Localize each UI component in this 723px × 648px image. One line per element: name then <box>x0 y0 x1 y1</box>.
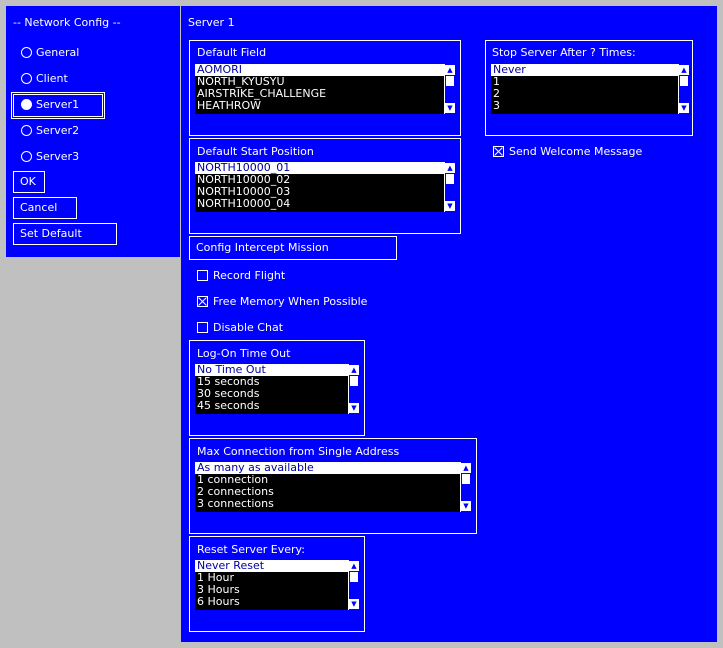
list-item[interactable]: 2 <box>491 88 678 100</box>
scroll-thumb[interactable] <box>446 76 454 86</box>
list-item[interactable]: 3 <box>491 100 678 112</box>
list-item[interactable]: HEATHROW <box>195 100 444 112</box>
free-memory-label: Free Memory When Possible <box>213 294 368 308</box>
scroll-thumb[interactable] <box>680 76 688 86</box>
sidebar-item-client[interactable]: Client <box>21 70 68 86</box>
up-arrow-icon[interactable]: ▲ <box>349 365 359 375</box>
max-connection-title: Max Connection from Single Address <box>197 445 400 458</box>
list-rows: No Time Out 15 seconds 30 seconds 45 second… <box>195 364 348 412</box>
sidebar-item-general[interactable]: General <box>21 44 79 60</box>
ok-button[interactable]: OK <box>13 171 45 193</box>
list-scrollbar[interactable]: ▲ ▼ <box>444 64 455 114</box>
set-default-button[interactable]: Set Default <box>13 223 117 245</box>
config-intercept-mission-button[interactable]: Config Intercept Mission <box>189 236 397 260</box>
default-field-title: Default Field <box>197 46 267 59</box>
list-rows: AOMORI NORTH_KYUSYU AIRSTRIKE_CHALLENGE HEA… <box>195 64 444 112</box>
checkbox-icon <box>197 321 208 333</box>
logon-timeout-list[interactable]: No Time Out 15 seconds 30 seconds 45 second… <box>195 364 359 414</box>
logon-timeout-title: Log-On Time Out <box>197 347 291 360</box>
up-arrow-icon[interactable]: ▲ <box>679 65 689 75</box>
up-arrow-icon[interactable]: ▲ <box>445 163 455 173</box>
cancel-button[interactable]: Cancel <box>13 197 77 219</box>
list-scrollbar[interactable]: ▲ ▼ <box>444 162 455 212</box>
default-start-title: Default Start Position <box>197 145 314 158</box>
logon-timeout-group: Log-On Time Out No Time Out 15 seconds 30 … <box>189 340 365 436</box>
default-field-list[interactable]: AOMORI NORTH_KYUSYU AIRSTRIKE_CHALLENGE HEA… <box>195 64 455 114</box>
radio-selected-icon <box>21 98 32 110</box>
list-scrollbar[interactable]: ▲ ▼ <box>348 560 359 610</box>
sidebar-panel: -- Network Config -- General Client Serv… <box>6 6 180 257</box>
list-rows: NORTH10000_01 NORTH10000_02 NORTH10000_03 N… <box>195 162 444 210</box>
checkbox-icon <box>197 269 208 281</box>
sidebar-title: -- Network Config -- <box>13 16 121 29</box>
page-title: Server 1 <box>188 16 235 29</box>
sidebar-item-label: Server1 <box>36 97 80 111</box>
disable-chat-label: Disable Chat <box>213 320 284 334</box>
reset-server-title: Reset Server Every: <box>197 543 305 556</box>
sidebar-item-label: Server3 <box>36 149 80 163</box>
free-memory-checkbox[interactable]: Free Memory When Possible <box>197 294 367 308</box>
sidebar-item-server2[interactable]: Server2 <box>21 122 79 138</box>
list-item[interactable]: 45 seconds <box>195 400 348 412</box>
sidebar-item-label: Client <box>36 71 68 85</box>
scroll-thumb[interactable] <box>350 572 358 582</box>
sidebar-item-server3[interactable]: Server3 <box>21 148 79 164</box>
sidebar-item-server1[interactable]: Server1 <box>21 96 79 112</box>
stop-server-list[interactable]: Never 1 2 3 ▲ ▼ <box>491 64 689 114</box>
radio-icon <box>21 150 32 162</box>
list-item[interactable]: 6 Hours <box>195 596 348 608</box>
radio-icon <box>21 72 32 84</box>
stop-server-group: Stop Server After ? Times: Never 1 2 3 ▲ ▼ <box>485 40 693 136</box>
list-item[interactable]: Never <box>491 64 678 76</box>
list-scrollbar[interactable]: ▲ ▼ <box>460 462 471 512</box>
list-item[interactable]: 1 <box>491 76 678 88</box>
list-item[interactable]: NORTH10000_04 <box>195 198 444 210</box>
up-arrow-icon[interactable]: ▲ <box>461 463 471 473</box>
max-connection-group: Max Connection from Single Address As ma… <box>189 438 477 534</box>
sidebar-item-label: General <box>36 45 80 59</box>
max-connection-list[interactable]: As many as available 1 connection 2 connec… <box>195 462 471 512</box>
record-flight-label: Record Flight <box>213 268 286 282</box>
scroll-thumb[interactable] <box>350 376 358 386</box>
stop-server-title: Stop Server After ? Times: <box>492 46 636 59</box>
up-arrow-icon[interactable]: ▲ <box>445 65 455 75</box>
down-arrow-icon[interactable]: ▼ <box>461 501 471 511</box>
sidebar-item-label: Server2 <box>36 123 80 137</box>
radio-icon <box>21 124 32 136</box>
default-start-group: Default Start Position NORTH10000_01 NORT… <box>189 138 461 234</box>
scroll-thumb[interactable] <box>446 174 454 184</box>
list-item[interactable]: 3 connections <box>195 498 460 510</box>
up-arrow-icon[interactable]: ▲ <box>349 561 359 571</box>
list-rows: As many as available 1 connection 2 connec… <box>195 462 460 510</box>
send-welcome-label: Send Welcome Message <box>509 144 643 158</box>
main-panel: Server 1 Default Field AOMORI NORTH_KYUSY… <box>181 6 717 642</box>
default-field-group: Default Field AOMORI NORTH_KYUSYU AIRSTRIK… <box>189 40 461 136</box>
list-scrollbar[interactable]: ▲ ▼ <box>678 64 689 114</box>
list-scrollbar[interactable]: ▲ ▼ <box>348 364 359 414</box>
record-flight-checkbox[interactable]: Record Flight <box>197 268 285 282</box>
list-rows: Never Reset 1 Hour 3 Hours 6 Hours <box>195 560 348 608</box>
down-arrow-icon[interactable]: ▼ <box>679 103 689 113</box>
send-welcome-checkbox[interactable]: Send Welcome Message <box>493 144 642 158</box>
reset-server-group: Reset Server Every: Never Reset 1 Hour 3 H… <box>189 536 365 632</box>
reset-server-list[interactable]: Never Reset 1 Hour 3 Hours 6 Hours ▲ ▼ <box>195 560 359 610</box>
scroll-thumb[interactable] <box>462 474 470 484</box>
checked-box-icon <box>493 145 504 157</box>
default-start-list[interactable]: NORTH10000_01 NORTH10000_02 NORTH10000_03 N… <box>195 162 455 212</box>
checked-box-icon <box>197 295 208 307</box>
down-arrow-icon[interactable]: ▼ <box>445 201 455 211</box>
down-arrow-icon[interactable]: ▼ <box>445 103 455 113</box>
list-rows: Never 1 2 3 <box>491 64 678 112</box>
disable-chat-checkbox[interactable]: Disable Chat <box>197 320 283 334</box>
down-arrow-icon[interactable]: ▼ <box>349 403 359 413</box>
radio-icon <box>21 46 32 58</box>
down-arrow-icon[interactable]: ▼ <box>349 599 359 609</box>
